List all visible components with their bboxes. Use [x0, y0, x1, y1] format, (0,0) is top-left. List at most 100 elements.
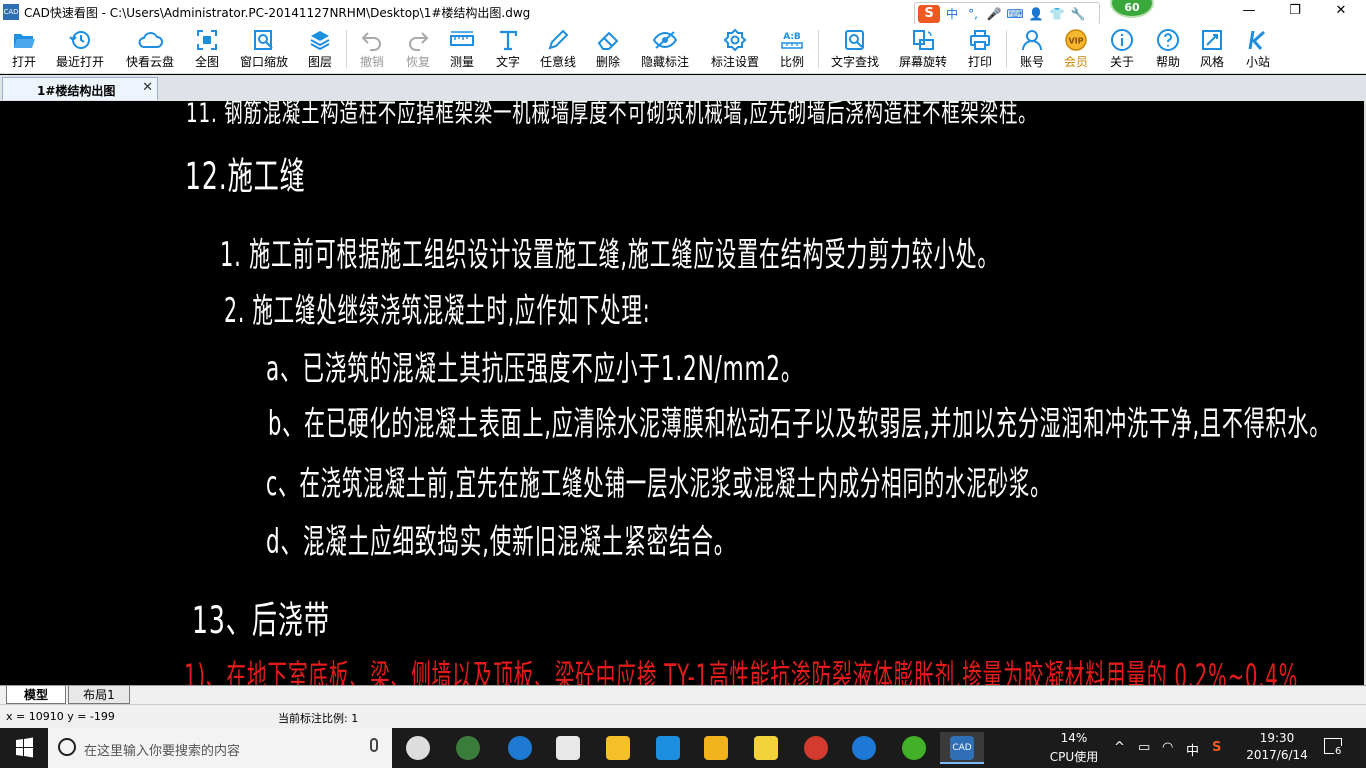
taskbar-app-360[interactable] — [446, 732, 490, 764]
chevron-up-icon[interactable]: ^ — [1114, 740, 1125, 755]
drawing-text-line: 2. 施工缝处继续浇筑混凝土时,应作如下处理: — [224, 291, 651, 331]
battery-icon[interactable]: ▭ — [1138, 740, 1150, 755]
layout-tab-bar: 模型 布局1 — [0, 685, 1366, 704]
open-button[interactable]: 打开 — [4, 24, 44, 74]
svg-text:VIP: VIP — [1068, 37, 1083, 46]
scale-button[interactable]: A:B 比例 — [774, 24, 810, 74]
style-button[interactable]: 风格 — [1194, 24, 1230, 74]
layers-icon — [302, 28, 338, 54]
tab-close-icon[interactable]: ✕ — [142, 80, 153, 95]
taskbar-app-sogou[interactable] — [794, 732, 838, 764]
windows-taskbar: 在这里输入你要搜索的内容 CAD 14% CPU使用 ^ ▭ ◠ 中 S 19:… — [0, 728, 1366, 768]
clock-date[interactable]: 2017/6/14 — [1240, 748, 1314, 762]
wifi-icon[interactable]: ◠ — [1162, 740, 1173, 755]
drawing-text-line: 11. 钢筋混凝土构造柱不应掉框架梁一机械墙厚度不可砌筑机械墙,应先砌墙后浇构造… — [186, 101, 1038, 129]
clock-time[interactable]: 19:30 — [1246, 731, 1308, 745]
task-view-icon — [406, 736, 430, 760]
close-button[interactable]: ✕ — [1318, 0, 1364, 24]
recent-button[interactable]: 最近打开 — [52, 24, 108, 74]
taskbar-app-ie[interactable] — [892, 732, 936, 764]
taskbar-app-explorer[interactable] — [596, 732, 640, 764]
tab-model[interactable]: 模型 — [6, 686, 66, 704]
drawing-text-line-red: 1)、在地下室底板、梁、侧墙以及顶板、梁砼中应掺 TY-1高性能抗渗防裂液体膨胀… — [184, 658, 1299, 686]
browser-360-icon — [456, 736, 480, 760]
ime-language-indicator[interactable]: 中 — [1186, 740, 1199, 759]
minimize-button[interactable]: — — [1226, 0, 1272, 24]
toolbar-separator — [818, 30, 819, 68]
start-button[interactable] — [0, 728, 48, 768]
drawing-text-line: a、已浇筑的混凝土其抗压强度不应小于1.2N/mm2。 — [266, 349, 804, 389]
ime-keyboard-icon[interactable]: ⌨ — [1006, 7, 1024, 21]
document-tab[interactable]: 1#楼结构出图 ✕ — [2, 77, 158, 100]
find-text-button[interactable]: 文字查找 — [826, 24, 884, 74]
text-tool-icon — [490, 28, 526, 54]
app-logo-icon: CAD — [3, 4, 19, 20]
station-button[interactable]: 小站 — [1240, 24, 1276, 74]
svg-text:A:B: A:B — [783, 32, 801, 42]
drawing-text-line: 1. 施工前可根据施工组织设计设置施工缝,施工缝应设置在结构受力剪力较小处。 — [220, 235, 1000, 275]
settings-gear-icon — [706, 28, 764, 54]
notification-count: 6 — [1334, 746, 1343, 757]
cpu-usage-label: CPU使用 — [1049, 750, 1099, 764]
user-icon — [1014, 28, 1050, 54]
eye-off-icon — [636, 28, 694, 54]
cloud-button[interactable]: 快看云盘 — [122, 24, 178, 74]
erase-button[interactable]: 删除 — [590, 24, 626, 74]
main-toolbar: 打开 最近打开 快看云盘 全图 窗口缩放 图层 撤销 恢复 测量 文字 任意线 — [0, 24, 1366, 74]
cpu-usage-percent: 14% — [1060, 731, 1088, 745]
search-icon — [58, 738, 76, 756]
annotation-settings-button[interactable]: 标注设置 — [706, 24, 764, 74]
text-button[interactable]: 文字 — [490, 24, 526, 74]
tab-layout1[interactable]: 布局1 — [68, 686, 130, 704]
redo-button[interactable]: 恢复 — [400, 24, 436, 74]
redo-icon — [400, 28, 436, 54]
drawing-text-line: b、在已硬化的混凝土表面上,应清除水泥薄膜和松动石子以及软弱层,并加以充分湿润和… — [268, 404, 1332, 444]
about-button[interactable]: 关于 — [1104, 24, 1140, 74]
find-text-icon — [826, 28, 884, 54]
print-button[interactable]: 打印 — [962, 24, 998, 74]
layers-button[interactable]: 图层 — [302, 24, 338, 74]
folder-open-icon — [4, 28, 44, 54]
ime-skin-icon[interactable]: 👕 — [1048, 7, 1066, 21]
sogou-tray-icon[interactable]: S — [1212, 740, 1221, 755]
ime-toolbar[interactable]: S 中 °, 🎤 ⌨ 👤 👕 🔧 — [914, 2, 1100, 25]
undo-icon — [354, 28, 390, 54]
taskbar-app-calendar[interactable] — [744, 732, 788, 764]
info-icon — [1104, 28, 1140, 54]
ime-lang-toggle[interactable]: 中 — [943, 5, 961, 22]
annotation-scale-status: 当前标注比例: 1 — [278, 712, 359, 725]
ie-green-icon — [902, 736, 926, 760]
chrome-icon — [852, 736, 876, 760]
restore-button[interactable]: ❐ — [1272, 0, 1318, 24]
freeline-button[interactable]: 任意线 — [536, 24, 580, 74]
taskbar-app-edge[interactable] — [498, 732, 542, 764]
measure-button[interactable]: 测量 — [444, 24, 480, 74]
drawing-canvas[interactable]: 11. 钢筋混凝土构造柱不应掉框架梁一机械墙厚度不可砌筑机械墙,应先砌墙后浇构造… — [0, 101, 1366, 685]
plus-app-icon — [656, 736, 680, 760]
account-button[interactable]: 账号 — [1014, 24, 1050, 74]
taskbar-app-store[interactable] — [546, 732, 590, 764]
sogou-ime-icon[interactable]: S — [918, 4, 940, 23]
store-icon — [556, 736, 580, 760]
ime-punctuation-toggle[interactable]: °, — [964, 7, 982, 21]
ime-tools-icon[interactable]: 🔧 — [1069, 7, 1087, 21]
cloud-icon — [122, 28, 178, 54]
taskbar-app-chrome[interactable] — [842, 732, 886, 764]
vip-button[interactable]: VIP 会员 — [1058, 24, 1094, 74]
ime-user-icon[interactable]: 👤 — [1027, 7, 1045, 21]
rotate-screen-button[interactable]: 屏幕旋转 — [894, 24, 952, 74]
toolbar-separator — [1006, 30, 1007, 68]
taskbar-app-taskview[interactable] — [396, 732, 440, 764]
ime-voice-icon[interactable]: 🎤 — [985, 7, 1003, 21]
help-button[interactable]: 帮助 — [1150, 24, 1186, 74]
promo-badge[interactable]: 60 — [1110, 0, 1154, 18]
undo-button[interactable]: 撤销 — [354, 24, 390, 74]
hide-annotations-button[interactable]: 隐藏标注 — [636, 24, 694, 74]
taskbar-app-cad[interactable]: CAD — [940, 732, 984, 764]
window-zoom-button[interactable]: 窗口缩放 — [238, 24, 290, 74]
taskbar-app-notes[interactable] — [694, 732, 738, 764]
microphone-icon[interactable] — [370, 738, 378, 752]
taskbar-search-box[interactable]: 在这里输入你要搜索的内容 — [48, 728, 392, 768]
fit-all-button[interactable]: 全图 — [190, 24, 224, 74]
taskbar-app-plus[interactable] — [646, 732, 690, 764]
